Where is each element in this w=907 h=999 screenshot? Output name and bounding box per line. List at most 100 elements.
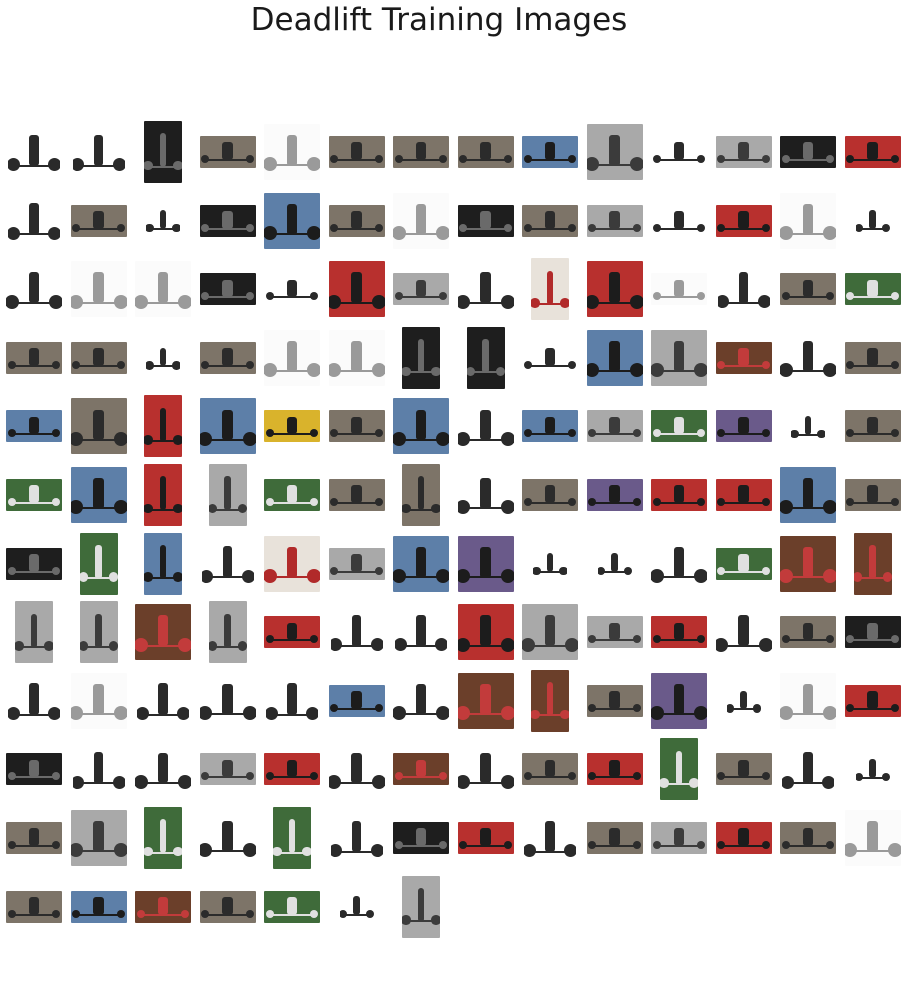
thumbnail-cell — [389, 189, 453, 253]
thumbnail-cell — [196, 532, 260, 596]
lifter-figure — [802, 340, 814, 372]
weight-plate-shape — [717, 429, 726, 438]
weight-plate-shape — [436, 431, 449, 446]
thumbnail-cell — [2, 875, 66, 939]
barbell-shape — [527, 227, 573, 230]
barbell-shape — [592, 776, 637, 779]
thumbnail-cell — [131, 532, 195, 596]
thumbnail-cell — [2, 257, 66, 321]
barbell-shape — [11, 433, 57, 436]
barbell-shape — [656, 502, 702, 505]
lifter-figure — [159, 407, 167, 442]
weight-plate-shape — [781, 841, 790, 850]
thumbnail-cell — [776, 669, 840, 733]
weight-plate-shape — [697, 292, 706, 301]
lifter-figure — [93, 478, 104, 509]
deadlift-thumbnail — [780, 192, 836, 249]
weight-plate-shape — [500, 706, 514, 721]
deadlift-thumbnail — [586, 753, 643, 786]
thumbnail-cell — [518, 806, 582, 870]
lifter-figure — [738, 142, 749, 160]
lifter-figure — [673, 142, 685, 160]
weight-plate-shape — [588, 223, 597, 232]
barbell-shape — [527, 159, 573, 162]
deadlift-thumbnail — [522, 410, 578, 443]
weight-plate-shape — [781, 635, 790, 644]
weight-plate-shape — [72, 223, 81, 232]
deadlift-thumbnail — [135, 890, 191, 923]
thumbnail-grid — [0, 0, 907, 999]
lifter-figure — [802, 828, 814, 846]
weight-plate-shape — [890, 635, 899, 644]
thumbnail-cell — [518, 600, 582, 664]
weight-plate-shape — [823, 568, 836, 583]
barbell-shape — [721, 570, 766, 573]
deadlift-thumbnail — [393, 273, 449, 306]
barbell-shape — [850, 159, 895, 162]
thumbnail-cell — [260, 532, 324, 596]
barbell-shape — [527, 364, 573, 367]
thumbnail-cell — [389, 532, 453, 596]
deadlift-thumbnail — [199, 398, 256, 455]
thumbnail-cell — [841, 463, 905, 527]
lifter-figure — [482, 339, 489, 374]
weight-plate-shape — [201, 223, 210, 232]
weight-plate-shape — [199, 843, 213, 858]
barbell-shape — [592, 707, 637, 710]
lifter-figure — [415, 409, 427, 441]
barbell-shape — [398, 845, 444, 848]
thumbnail-cell — [389, 875, 453, 939]
thumbnail-cell — [712, 532, 776, 596]
lifter-figure — [738, 271, 749, 304]
deadlift-thumbnail — [264, 192, 320, 249]
lifter-figure — [480, 272, 491, 304]
weight-plate-shape — [531, 298, 540, 308]
thumbnail-cell — [518, 669, 582, 733]
lifter-figure — [609, 759, 620, 778]
deadlift-thumbnail — [780, 136, 836, 168]
lifter-figure — [417, 339, 425, 374]
weight-plate-shape — [457, 431, 471, 446]
lifter-figure — [415, 683, 427, 715]
thumbnail-cell — [260, 463, 324, 527]
deadlift-thumbnail — [70, 810, 127, 866]
deadlift-thumbnail — [144, 807, 182, 869]
thumbnail-cell — [389, 463, 453, 527]
weight-plate-shape — [265, 429, 274, 438]
weight-plate-shape — [52, 498, 61, 507]
weight-plate-shape — [660, 778, 669, 788]
barbell-shape — [592, 502, 637, 505]
lifter-figure — [611, 553, 618, 573]
deadlift-thumbnail — [402, 464, 440, 526]
thumbnail-cell — [2, 669, 66, 733]
weight-plate-shape — [503, 841, 512, 850]
weight-plate-shape — [241, 569, 254, 583]
weight-plate-shape — [79, 641, 89, 651]
weight-plate-shape — [717, 295, 730, 309]
weight-plate-shape — [8, 158, 20, 172]
weight-plate-shape — [394, 772, 403, 781]
thumbnail-cell — [712, 463, 776, 527]
weight-plate-shape — [273, 846, 282, 857]
barbell-shape — [269, 502, 315, 505]
deadlift-thumbnail — [782, 740, 834, 799]
weight-plate-shape — [881, 772, 890, 782]
barbell-shape — [850, 639, 895, 642]
deadlift-thumbnail — [651, 616, 707, 649]
weight-plate-shape — [7, 841, 16, 850]
weight-plate-shape — [439, 155, 448, 164]
barbell-shape — [785, 296, 831, 299]
weight-plate-shape — [457, 637, 471, 652]
deadlift-thumbnail — [8, 123, 60, 181]
barbell-shape — [334, 707, 379, 710]
weight-plate-shape — [48, 707, 60, 721]
deadlift-thumbnail — [402, 875, 440, 938]
deadlift-thumbnail — [79, 532, 118, 595]
thumbnail-cell — [325, 394, 389, 458]
weight-plate-shape — [310, 292, 319, 301]
weight-plate-shape — [70, 843, 84, 858]
lifter-figure — [159, 347, 167, 367]
thumbnail-cell — [776, 463, 840, 527]
deadlift-thumbnail — [715, 822, 772, 854]
thumbnail-cell — [196, 669, 260, 733]
